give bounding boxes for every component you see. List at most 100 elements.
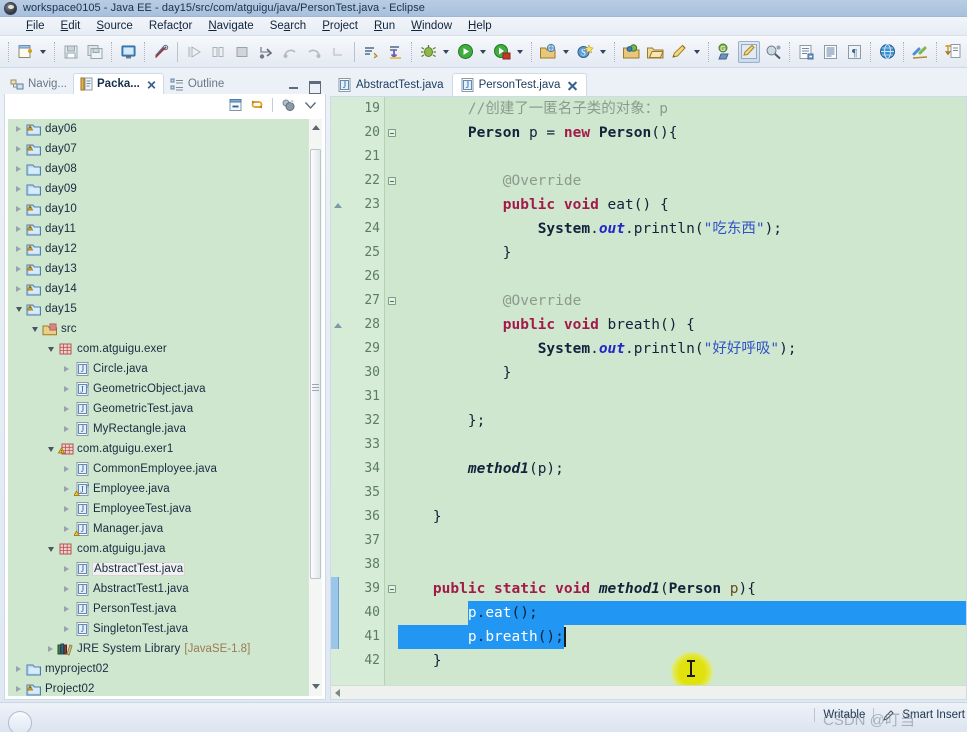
tree-expand-icon[interactable]	[60, 519, 73, 539]
menu-run[interactable]: Run	[366, 19, 403, 33]
new-dropdown-arrow[interactable]	[37, 41, 48, 63]
tree-expand-icon[interactable]	[60, 379, 73, 399]
code-line[interactable]: Person p = new Person(){	[398, 121, 678, 145]
override-marker-icon[interactable]	[333, 193, 343, 217]
tree-expand-icon[interactable]	[12, 119, 25, 139]
fold-collapse-icon[interactable]	[386, 289, 398, 313]
tree-item[interactable]: day15	[8, 299, 322, 319]
tree-item[interactable]: day14	[8, 279, 322, 299]
tree-expand-icon[interactable]	[60, 479, 73, 499]
tree-item[interactable]: J A Employee.java	[8, 479, 322, 499]
editor-text-area[interactable]: //创建了一匿名子类的对象：p Person p = new Person(){…	[398, 97, 966, 699]
tree-item[interactable]: J GeometricTest.java	[8, 399, 322, 419]
maximize-icon[interactable]	[308, 80, 321, 94]
tree-item[interactable]: day08	[8, 159, 322, 179]
tree-item[interactable]: J A GeometricObject.java	[8, 379, 322, 399]
tree-item[interactable]: J MyRectangle.java	[8, 419, 322, 439]
tree-item[interactable]: day09	[8, 179, 322, 199]
new-class-dropdown-arrow[interactable]	[597, 41, 608, 63]
tree-item[interactable]: J CommonEmployee.java	[8, 459, 322, 479]
tree-collapse-icon[interactable]	[12, 299, 25, 319]
collapse-all-icon[interactable]	[226, 96, 244, 114]
code-line[interactable]: @Override	[398, 289, 582, 313]
tree-expand-icon[interactable]	[60, 399, 73, 419]
code-line[interactable]: System.out.println("吃东西");	[398, 217, 782, 241]
tree-item[interactable]: J SingletonTest.java	[8, 619, 322, 639]
resume-icon[interactable]	[183, 41, 205, 63]
debug-icon[interactable]	[417, 41, 439, 63]
editor-body[interactable]: 19 20 21 22 23 24 25 26 27 28 29 30 31 32 33 34 35 36 37 38…	[330, 96, 967, 700]
tree-item[interactable]: myproject02	[8, 659, 322, 679]
code-line[interactable]: }	[398, 361, 512, 385]
link-icon[interactable]	[909, 41, 931, 63]
tree-item[interactable]: com.atguigu.exer1	[8, 439, 322, 459]
tree-collapse-icon[interactable]	[44, 339, 57, 359]
show-whitespace-icon[interactable]	[819, 41, 841, 63]
tab-navigator[interactable]: Navig...	[4, 73, 73, 94]
tree-item[interactable]: src	[8, 319, 322, 339]
toggle-mark-occurrences-icon[interactable]: G	[714, 41, 736, 63]
tree-expand-icon[interactable]	[60, 459, 73, 479]
java-editor-icon[interactable]	[738, 40, 760, 63]
tree-item[interactable]: J PersonTest.java	[8, 599, 322, 619]
editor-tab-persontest-close-icon[interactable]	[567, 80, 578, 91]
step-into-icon[interactable]	[255, 41, 277, 63]
code-line[interactable]: p.eat();	[398, 601, 538, 625]
coverage-icon[interactable]	[491, 41, 513, 63]
tree-collapse-icon[interactable]	[44, 439, 57, 459]
code-line[interactable]: public static void method1(Person p){	[398, 577, 756, 601]
drop-to-frame-icon[interactable]	[327, 41, 349, 63]
next-annotation-icon[interactable]	[360, 41, 382, 63]
step-return-icon[interactable]	[303, 41, 325, 63]
edit-dropdown-arrow[interactable]	[691, 41, 702, 63]
code-line[interactable]: p.breath();	[398, 625, 564, 649]
menu-refactor[interactable]: Refactor	[141, 19, 200, 33]
editor-folding-ruler[interactable]	[386, 97, 398, 699]
tree-item[interactable]: day12	[8, 239, 322, 259]
new-class-icon[interactable]: S	[574, 41, 596, 63]
tree-expand-icon[interactable]	[12, 179, 25, 199]
coverage-dropdown-arrow[interactable]	[514, 41, 525, 63]
code-line[interactable]: }	[398, 649, 442, 673]
menu-window[interactable]: Window	[403, 19, 460, 33]
tree-expand-icon[interactable]	[60, 599, 73, 619]
tree-expand-icon[interactable]	[60, 579, 73, 599]
tree-expand-icon[interactable]	[12, 219, 25, 239]
code-line[interactable]: System.out.println("好好呼吸");	[398, 337, 797, 361]
tree-expand-icon[interactable]	[12, 159, 25, 179]
tree-item[interactable]: day13	[8, 259, 322, 279]
code-line[interactable]: @Override	[398, 169, 582, 193]
tree-expand-icon[interactable]	[60, 419, 73, 439]
pilcrow-icon[interactable]: ¶	[843, 41, 865, 63]
tree-expand-icon[interactable]	[12, 139, 25, 159]
tree-expand-icon[interactable]	[12, 199, 25, 219]
menu-file[interactable]: FFileile	[18, 19, 53, 33]
code-line[interactable]: };	[398, 409, 485, 433]
fold-collapse-icon[interactable]	[386, 169, 398, 193]
code-line[interactable]: method1(p);	[398, 457, 564, 481]
print-icon[interactable]	[117, 41, 139, 63]
tree-item[interactable]: JRE System Library [JavaSE-1.8]	[8, 639, 322, 659]
code-line[interactable]: //创建了一匿名子类的对象：p	[398, 97, 668, 121]
tree-expand-icon[interactable]	[60, 499, 73, 519]
tree-expand-icon[interactable]	[12, 679, 25, 696]
menu-project[interactable]: Project	[314, 19, 366, 33]
open-resource-icon[interactable]	[795, 41, 817, 63]
tree-expand-icon[interactable]	[12, 259, 25, 279]
tree-expand-icon[interactable]	[60, 359, 73, 379]
suspend-icon[interactable]	[207, 41, 229, 63]
menu-edit[interactable]: Edit	[53, 19, 89, 33]
scroll-thumb[interactable]	[310, 149, 321, 579]
toggle-breakpoint-icon[interactable]	[150, 41, 172, 63]
previous-edit-icon[interactable]	[942, 41, 964, 63]
open-type-icon[interactable]	[620, 41, 642, 63]
tree-expand-icon[interactable]	[60, 559, 73, 579]
menu-navigate[interactable]: Navigate	[200, 19, 261, 33]
new-java-project-icon[interactable]	[537, 41, 559, 63]
tree-collapse-icon[interactable]	[44, 539, 57, 559]
editor-tab-persontest[interactable]: J PersonTest.java	[451, 73, 588, 96]
status-progress-icon[interactable]	[8, 711, 32, 732]
menu-help[interactable]: Help	[460, 19, 500, 33]
edit-icon[interactable]	[668, 41, 690, 63]
tree-item[interactable]: J Circle.java	[8, 359, 322, 379]
